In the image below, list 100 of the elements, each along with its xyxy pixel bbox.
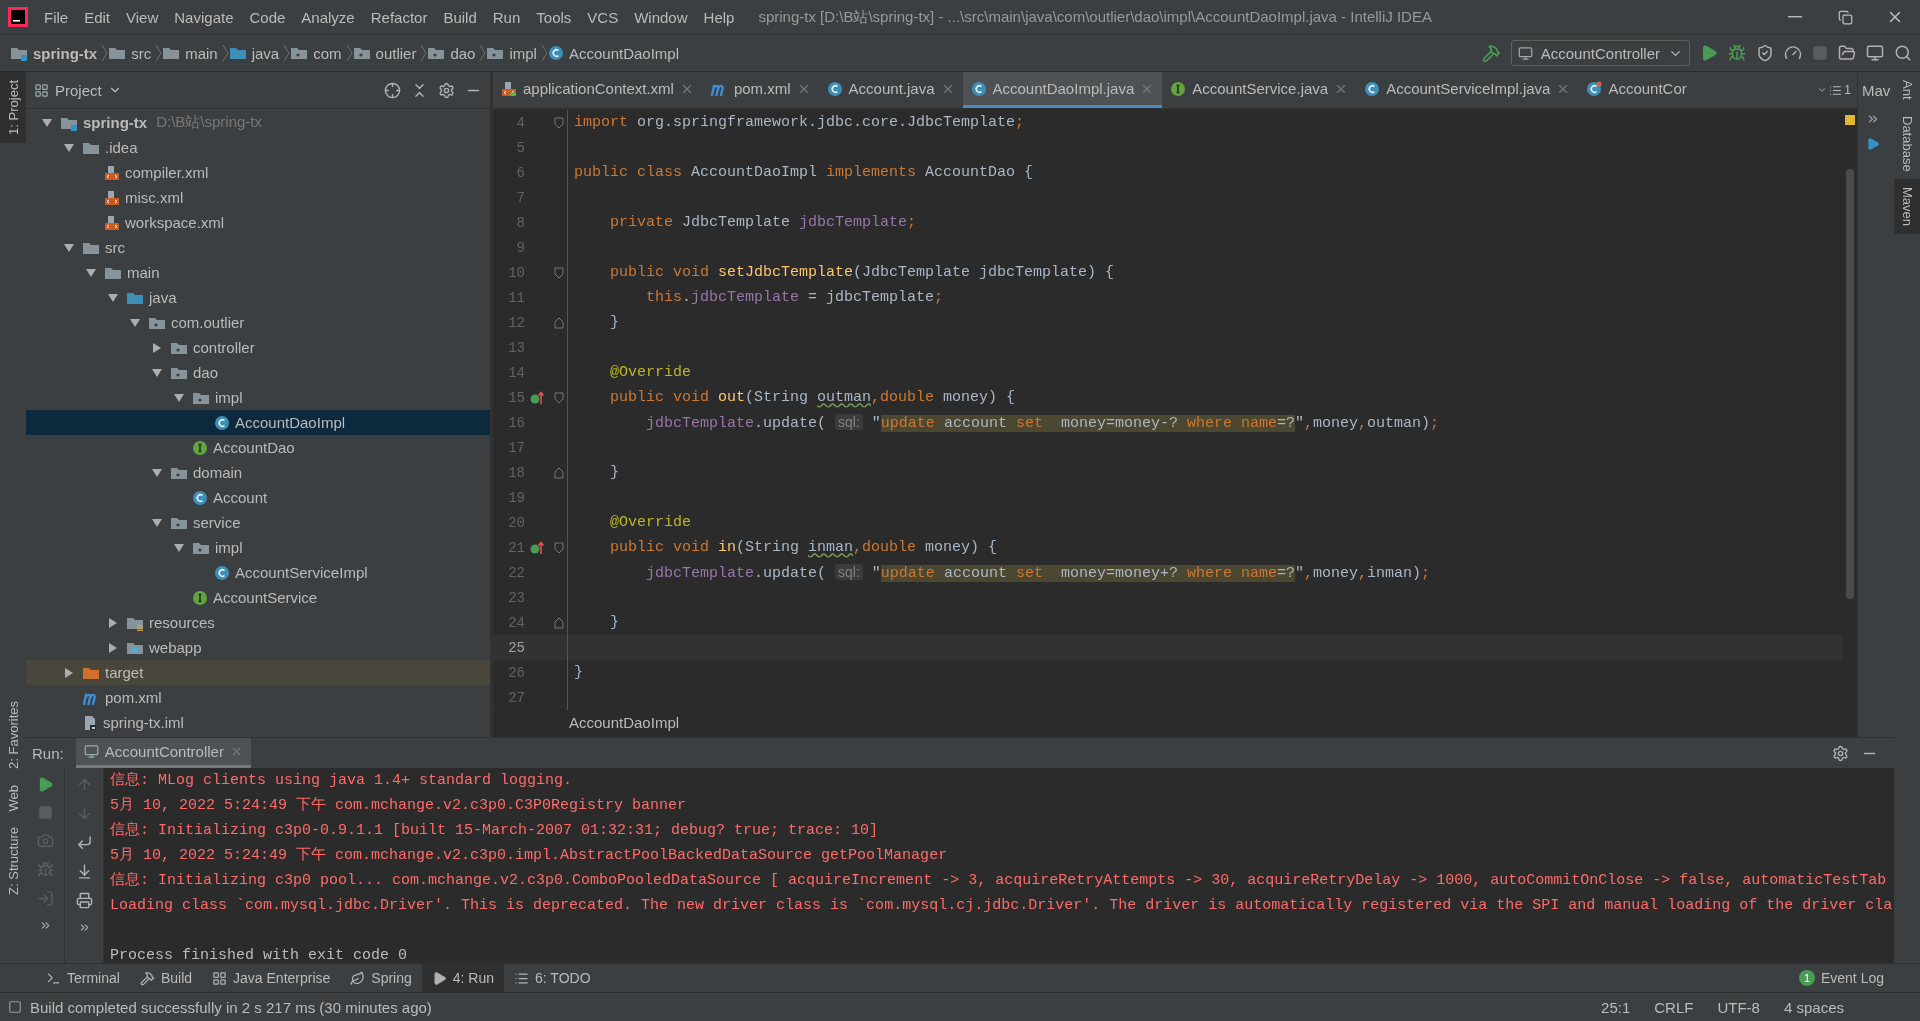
tool-window-tab[interactable]: 2: Favorites: [0, 692, 26, 777]
editor-tab[interactable]: Account.java: [818, 72, 963, 108]
menu-item[interactable]: VCS: [579, 8, 627, 26]
menu-item[interactable]: Tools: [528, 8, 580, 26]
tree-row[interactable]: workspace.xml: [26, 210, 490, 235]
breadcrumb-item[interactable]: main: [162, 44, 222, 62]
run-icon[interactable]: [1866, 137, 1880, 151]
breadcrumb-item[interactable]: src: [108, 44, 156, 62]
locate-icon[interactable]: [384, 81, 401, 99]
tree-item-label[interactable]: src: [105, 239, 125, 256]
event-log-button[interactable]: 1 Event Log: [1792, 969, 1890, 987]
editor-tab[interactable]: pom.xml: [701, 72, 819, 108]
tree-row[interactable]: com.outlier: [26, 310, 490, 335]
fold-marker-icon[interactable]: [554, 116, 564, 129]
tree-item-label[interactable]: com.outlier: [171, 314, 245, 331]
tree-item-label[interactable]: AccountServiceImpl: [235, 564, 368, 581]
tree-item-label[interactable]: misc.xml: [125, 189, 184, 206]
expanded-arrow-icon[interactable]: [129, 316, 141, 329]
fold-marker-icon[interactable]: [554, 616, 564, 629]
tree-item-label[interactable]: workspace.xml: [125, 214, 225, 231]
collapsed-arrow-icon[interactable]: [151, 341, 163, 354]
editor-tab[interactable]: AccountService.java: [1162, 72, 1357, 108]
tree-item-label[interactable]: dao: [193, 364, 219, 381]
tool-window-tab[interactable]: Spring: [340, 964, 422, 992]
tree-item-label[interactable]: controller: [193, 339, 255, 356]
implements-marker-icon[interactable]: [530, 390, 546, 405]
tool-window-tab[interactable]: Web: [0, 776, 26, 820]
breadcrumb-item[interactable]: spring-tx: [10, 44, 102, 62]
tree-item-label[interactable]: pom.xml: [105, 689, 162, 706]
tree-row[interactable]: spring-tx.iml: [26, 710, 490, 735]
menu-item[interactable]: View: [118, 8, 167, 26]
fold-marker-icon[interactable]: [554, 316, 564, 329]
tool-window-tab[interactable]: 4: Run: [421, 964, 505, 992]
settings-icon[interactable]: [1832, 744, 1849, 762]
menu-item[interactable]: Edit: [76, 8, 119, 26]
scrollbar-thumb[interactable]: [1846, 169, 1854, 599]
run-tab[interactable]: AccountController: [75, 738, 251, 768]
presentation-icon[interactable]: [1866, 44, 1884, 62]
menu-item[interactable]: Run: [484, 8, 529, 26]
fold-marker-icon[interactable]: [554, 466, 564, 479]
settings-icon[interactable]: [438, 81, 455, 99]
tree-row[interactable]: impl: [26, 385, 490, 410]
tree-item-label[interactable]: resources: [149, 614, 215, 631]
menu-item[interactable]: Refactor: [362, 8, 436, 26]
tree-row[interactable]: compiler.xml: [26, 160, 490, 185]
profiler-icon[interactable]: [1784, 44, 1802, 62]
tool-window-tab[interactable]: Terminal: [36, 964, 130, 992]
editor-tab[interactable]: AccountCor: [1578, 72, 1695, 108]
menu-item[interactable]: Build: [435, 8, 485, 26]
tree-item-label[interactable]: spring-tx: [83, 114, 148, 131]
collapsed-arrow-icon[interactable]: [107, 641, 119, 654]
tree-row[interactable]: pom.xml: [26, 685, 490, 710]
menu-item[interactable]: Navigate: [166, 8, 242, 26]
tree-row[interactable]: main: [26, 260, 490, 285]
print-icon[interactable]: [75, 892, 93, 909]
tool-window-tab[interactable]: Z: Structure: [0, 819, 26, 903]
tree-row[interactable]: misc.xml: [26, 185, 490, 210]
status-item[interactable]: 4 spaces: [1775, 998, 1852, 1016]
search-icon[interactable]: [1894, 44, 1912, 62]
tree-row[interactable]: .idea: [26, 135, 490, 160]
run-icon[interactable]: [1700, 44, 1718, 62]
expanded-arrow-icon[interactable]: [41, 116, 53, 129]
tool-window-tab[interactable]: Database: [1894, 107, 1920, 180]
tree-row[interactable]: impl: [26, 535, 490, 560]
expanded-arrow-icon[interactable]: [151, 466, 163, 479]
tool-window-tab[interactable]: Maven: [1894, 179, 1920, 235]
breadcrumb-item[interactable]: dao: [427, 44, 480, 62]
tool-window-tab[interactable]: 1: Project: [0, 72, 26, 143]
expanded-arrow-icon[interactable]: [151, 516, 163, 529]
tree-item-label[interactable]: target: [105, 664, 144, 681]
tree-row[interactable]: service: [26, 510, 490, 535]
tree-row[interactable]: controller: [26, 335, 490, 360]
editor-tab[interactable]: AccountServiceImpl.java: [1356, 72, 1579, 108]
expanded-arrow-icon[interactable]: [85, 266, 97, 279]
fold-marker-icon[interactable]: [554, 266, 564, 279]
status-icon[interactable]: [8, 1000, 22, 1014]
tree-row[interactable]: Account: [26, 485, 490, 510]
menu-item[interactable]: Analyze: [293, 8, 363, 26]
status-item[interactable]: UTF-8: [1709, 998, 1768, 1016]
tree-item-label[interactable]: webapp: [149, 639, 202, 656]
expanded-arrow-icon[interactable]: [173, 541, 185, 554]
tree-item-label[interactable]: Account: [213, 489, 268, 506]
tree-row[interactable]: AccountDao: [26, 435, 490, 460]
project-structure-icon[interactable]: [1838, 44, 1856, 62]
tool-window-tab[interactable]: 6: TODO: [504, 964, 601, 992]
coverage-icon[interactable]: [1756, 44, 1774, 62]
tool-window-tab[interactable]: Ant: [1894, 72, 1920, 108]
status-item[interactable]: 25:1: [1593, 998, 1639, 1016]
tree-row[interactable]: spring-tx D:\B站\spring-tx: [26, 110, 490, 135]
tree-item-label[interactable]: AccountDao: [213, 439, 295, 456]
tree-item-label[interactable]: AccountService: [213, 589, 318, 606]
tree-row[interactable]: domain: [26, 460, 490, 485]
tree-item-label[interactable]: impl: [215, 539, 243, 556]
tree-row[interactable]: dao: [26, 360, 490, 385]
tree-item-label[interactable]: .idea: [105, 139, 138, 156]
expanded-arrow-icon[interactable]: [63, 141, 75, 154]
fold-marker-icon[interactable]: [554, 541, 564, 554]
tree-row[interactable]: src: [26, 235, 490, 260]
tool-window-tab[interactable]: Build: [129, 964, 203, 992]
tree-row[interactable]: java: [26, 285, 490, 310]
